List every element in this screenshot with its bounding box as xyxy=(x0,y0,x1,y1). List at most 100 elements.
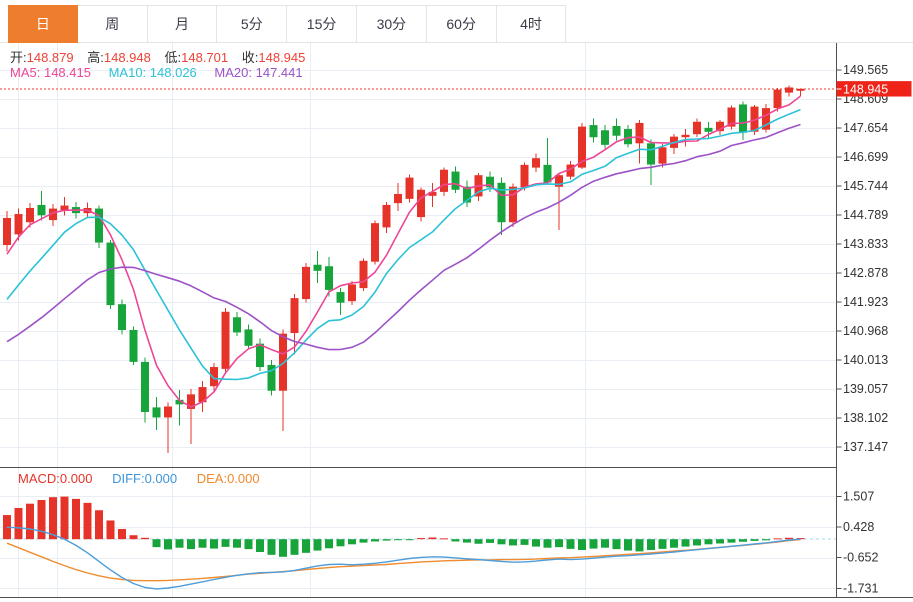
macd-bar-down xyxy=(279,539,287,557)
candle-down xyxy=(233,317,241,332)
candle-up xyxy=(222,312,230,369)
macd-bar-down xyxy=(555,539,563,547)
macd-bar-up xyxy=(118,529,126,539)
candle-up xyxy=(682,135,690,137)
tab-month[interactable]: 月 xyxy=(148,5,218,43)
macd-bar-up xyxy=(84,503,92,539)
macd-bar-down xyxy=(670,539,678,548)
macd-bar-down xyxy=(567,539,575,549)
macd-readout: MACD:0.000 DIFF:0.000 DEA:0.000 xyxy=(18,471,276,486)
candle-down xyxy=(245,329,253,345)
macd-bar-down xyxy=(463,539,471,542)
candle-up xyxy=(417,190,425,217)
macd-bar-down xyxy=(509,539,517,545)
macd-bar-down xyxy=(199,539,207,548)
macd-bar-down xyxy=(486,539,494,543)
candle-down xyxy=(337,292,345,303)
candle-down xyxy=(452,172,460,190)
price-tick-label: 140.013 xyxy=(843,353,888,367)
candle-down xyxy=(118,304,126,330)
macd-bar-up xyxy=(49,497,57,539)
price-tick-label: 144.789 xyxy=(843,208,888,222)
tab-60min[interactable]: 60分 xyxy=(427,5,497,43)
macd-bar-down xyxy=(613,539,621,549)
chart-canvas[interactable]: 149.565148.609147.654146.699145.744144.7… xyxy=(0,0,913,602)
price-tick-label: 145.744 xyxy=(843,179,888,193)
macd-bar-down xyxy=(325,539,333,548)
tab-5min[interactable]: 5分 xyxy=(217,5,287,43)
candle-down xyxy=(739,104,747,132)
price-tick-label: 142.878 xyxy=(843,266,888,280)
candle-up xyxy=(693,122,701,134)
macd-bar-down xyxy=(176,539,184,548)
macd-bar-up xyxy=(417,538,425,539)
price-tick-label: 143.833 xyxy=(843,237,888,251)
candle-down xyxy=(647,143,655,164)
macd-bar-up xyxy=(107,520,115,539)
macd-bar-up xyxy=(95,510,103,539)
macd-bar-down xyxy=(544,539,552,548)
candle-down xyxy=(624,129,632,144)
macd-bar-down xyxy=(762,539,770,540)
macd-bar-up xyxy=(785,538,793,539)
macd-bar-down xyxy=(153,539,161,547)
tab-15min[interactable]: 15分 xyxy=(287,5,357,43)
candle-up xyxy=(636,123,644,143)
macd-tick-label: 0.428 xyxy=(843,520,874,534)
macd-value-readout: MACD:0.000 xyxy=(18,471,92,486)
price-tick-label: 146.699 xyxy=(843,150,888,164)
macd-tick-label: -1.731 xyxy=(843,581,878,595)
candle-down xyxy=(590,125,598,137)
macd-bar-up xyxy=(440,538,448,539)
price-tick-label: 139.057 xyxy=(843,382,888,396)
macd-bar-down xyxy=(728,539,736,542)
candle-up xyxy=(774,90,782,109)
price-tick-label: 141.923 xyxy=(843,295,888,309)
candle-down xyxy=(130,330,138,362)
macd-bar-down xyxy=(394,539,402,540)
macd-tick-label: -0.652 xyxy=(843,551,878,565)
tab-30min[interactable]: 30分 xyxy=(357,5,427,43)
candle-up xyxy=(3,218,11,245)
macd-bar-up xyxy=(429,537,437,539)
candle-up xyxy=(659,147,667,163)
macd-bar-down xyxy=(222,539,230,547)
macd-bar-down xyxy=(164,539,172,549)
macd-bar-down xyxy=(187,539,195,549)
macd-bar-down xyxy=(498,539,506,544)
macd-tick-label: 1.507 xyxy=(843,489,874,503)
macd-bar-up xyxy=(61,497,69,540)
candle-down xyxy=(107,243,115,306)
candle-up xyxy=(406,178,414,199)
candle-down xyxy=(38,205,46,215)
macd-bar-down xyxy=(705,539,713,544)
period-tabbar: 日周月5分15分30分60分4时 xyxy=(8,5,566,43)
candle-up xyxy=(383,205,391,227)
candle-up xyxy=(785,87,793,92)
macd-bar-down xyxy=(360,539,368,542)
macd-bar-up xyxy=(38,500,46,539)
candle-down xyxy=(601,130,609,145)
macd-bar-down xyxy=(682,539,690,546)
tab-day[interactable]: 日 xyxy=(8,5,78,43)
macd-bar-down xyxy=(475,539,483,544)
macd-bar-down xyxy=(371,539,379,541)
macd-bar-down xyxy=(659,539,667,549)
dea-value-readout: DEA:0.000 xyxy=(197,471,260,486)
macd-bar-up xyxy=(72,499,80,539)
open-label: 开: xyxy=(10,50,27,65)
macd-bar-down xyxy=(601,539,609,548)
diff-value-readout: DIFF:0.000 xyxy=(112,471,177,486)
macd-bar-down xyxy=(624,539,632,550)
candle-up xyxy=(348,284,356,301)
candle-up xyxy=(302,267,310,299)
low-value: 148.701 xyxy=(181,50,228,65)
tab-4hour[interactable]: 4时 xyxy=(497,5,567,43)
candle-up xyxy=(532,158,540,167)
macd-bar-down xyxy=(268,539,276,555)
price-tick-label: 140.968 xyxy=(843,324,888,338)
dea-line xyxy=(7,540,801,581)
tab-week[interactable]: 周 xyxy=(78,5,148,43)
candle-up xyxy=(394,194,402,203)
macd-bar-down xyxy=(210,539,218,548)
